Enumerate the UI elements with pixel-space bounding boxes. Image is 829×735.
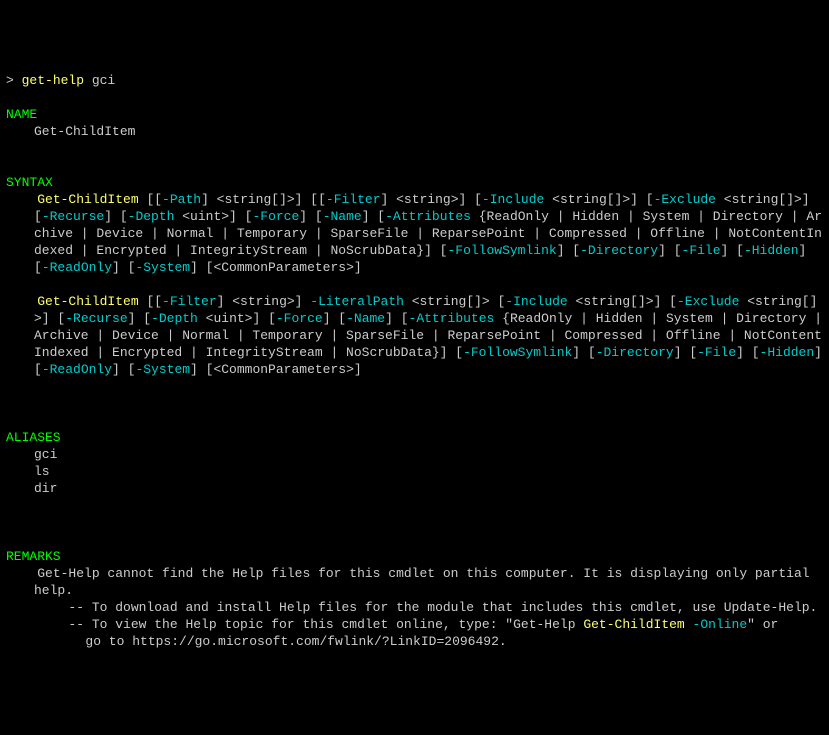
param-directory: -Directory [580,243,658,258]
param-online: -Online [685,617,747,632]
param-name: -Name [323,209,362,224]
param-literalpath: -LiteralPath [310,294,404,309]
prompt-arg: gci [92,73,115,88]
remarks-line-4: go to https://go.microsoft.com/fwlink/?L… [6,633,823,650]
param-include: -Include [482,192,544,207]
section-header-syntax: SYNTAX [6,174,823,191]
syntax-signature-2: Get-ChildItem [[-Filter] <string>] -Lite… [6,293,823,378]
param-force: -Force [252,209,299,224]
syntax-cmd: Get-ChildItem [37,192,138,207]
param-directory: -Directory [596,345,674,360]
param-depth: -Depth [151,311,198,326]
param-file: -File [682,243,721,258]
section-header-aliases: ALIASES [6,429,823,446]
param-filter: -Filter [326,192,381,207]
syntax-cmd: Get-ChildItem [37,294,138,309]
param-force: -Force [276,311,323,326]
prompt-line: > get-help gci [6,73,115,88]
remarks-cmdlet-ref: Get-ChildItem [583,617,684,632]
cmdlet-name: Get-ChildItem [6,123,823,140]
param-recurse: -Recurse [42,209,104,224]
param-path: -Path [162,192,201,207]
alias-ls: ls [6,463,823,480]
param-readonly: -ReadOnly [42,362,112,377]
prompt-symbol: > [6,73,22,88]
param-file: -File [697,345,736,360]
param-followsymlink: -FollowSymlink [463,345,572,360]
remarks-line-2: -- To download and install Help files fo… [6,599,823,616]
param-recurse: -Recurse [65,311,127,326]
section-header-name: NAME [6,106,823,123]
remarks-line-1: Get-Help cannot find the Help files for … [6,565,823,599]
param-system: -System [135,260,190,275]
param-readonly: -ReadOnly [42,260,112,275]
param-depth: -Depth [128,209,175,224]
param-attributes: -Attributes [409,311,495,326]
param-system: -System [135,362,190,377]
param-filter: -Filter [162,294,217,309]
alias-gci: gci [6,446,823,463]
param-include: -Include [505,294,567,309]
param-exclude: -Exclude [654,192,716,207]
alias-dir: dir [6,480,823,497]
section-header-remarks: REMARKS [6,548,823,565]
param-attributes: -Attributes [385,209,471,224]
param-name: -Name [346,311,385,326]
remarks-line-3: -- To view the Help topic for this cmdle… [6,616,823,633]
param-hidden: -Hidden [744,243,799,258]
syntax-signature-1: Get-ChildItem [[-Path] <string[]>] [[-Fi… [6,191,823,276]
param-followsymlink: -FollowSymlink [447,243,556,258]
param-exclude: -Exclude [677,294,739,309]
param-hidden: -Hidden [760,345,815,360]
terminal-output[interactable]: > get-help gci NAMEGet-ChildItem SYNTAX … [6,72,823,650]
prompt-command: get-help [22,73,92,88]
